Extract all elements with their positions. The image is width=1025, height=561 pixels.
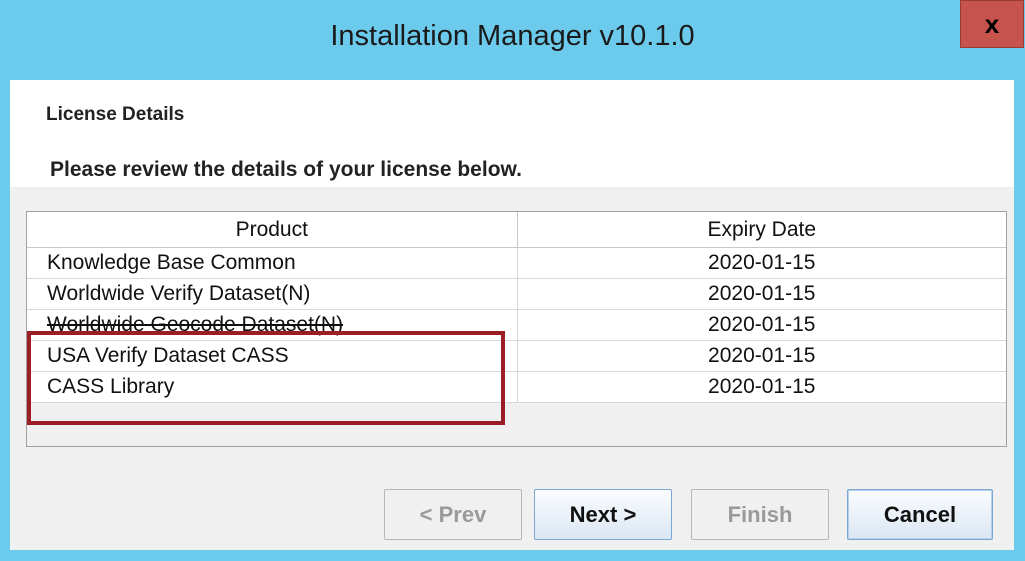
installer-window: Installation Manager v10.1.0 x License D… (0, 0, 1025, 561)
column-header-product[interactable]: Product (27, 212, 518, 248)
highlight-annotation-box (27, 331, 505, 425)
finish-button[interactable]: Finish (691, 489, 829, 540)
next-button[interactable]: Next > (534, 489, 672, 540)
column-header-expiry-date[interactable]: Expiry Date (516, 212, 1006, 248)
product-cell: Worldwide Verify Dataset(N) (27, 278, 518, 310)
table-row[interactable]: Worldwide Verify Dataset(N) 2020-01-15 (27, 278, 1006, 310)
table-row[interactable]: Knowledge Base Common 2020-01-15 (27, 247, 1006, 279)
expiry-date-cell: 2020-01-15 (516, 247, 1006, 279)
close-icon: x (984, 8, 1000, 39)
window-title: Installation Manager v10.1.0 (330, 20, 695, 52)
expiry-date-cell: 2020-01-15 (516, 278, 1006, 310)
cancel-button[interactable]: Cancel (847, 489, 993, 540)
expiry-date-cell: 2020-01-15 (516, 371, 1006, 403)
product-cell: Knowledge Base Common (27, 247, 518, 279)
header-panel: License Details Please review the detail… (10, 80, 1014, 187)
close-button[interactable]: x (960, 0, 1024, 48)
section-title: License Details (46, 104, 185, 125)
title-bar[interactable]: Installation Manager v10.1.0 x (0, 0, 1025, 80)
prev-button[interactable]: < Prev (384, 489, 522, 540)
expiry-date-cell: 2020-01-15 (516, 309, 1006, 341)
table-header-row: Product Expiry Date (27, 212, 1006, 248)
section-subtitle: Please review the details of your licens… (50, 158, 522, 181)
expiry-date-cell: 2020-01-15 (516, 340, 1006, 372)
dialog-content: License Details Please review the detail… (10, 80, 1014, 550)
